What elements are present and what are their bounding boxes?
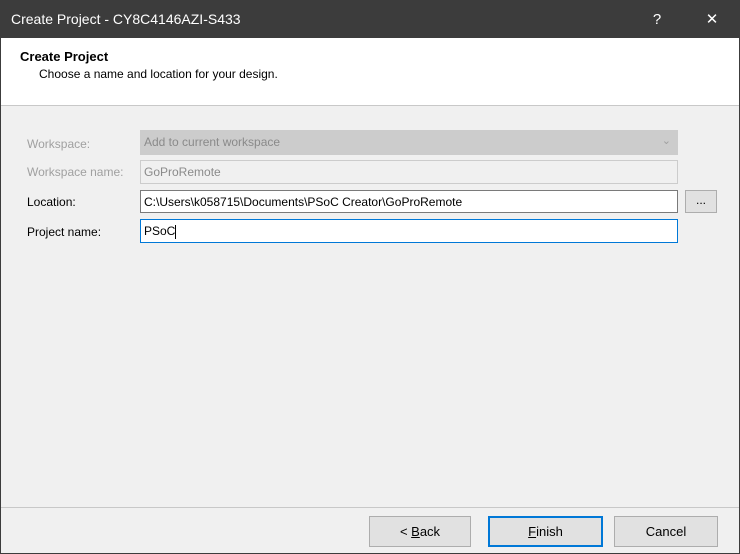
window-title: Create Project - CY8C4146AZI-S433 <box>11 11 241 27</box>
workspace-name-label: Workspace name: <box>27 165 124 179</box>
back-rest: ack <box>419 524 441 539</box>
project-name-label: Project name: <box>27 225 102 239</box>
finish-accel: F <box>528 524 537 539</box>
page-title: Create Project <box>20 49 109 64</box>
page-subtitle: Choose a name and location for your desi… <box>39 67 278 81</box>
location-label: Location: <box>27 195 76 209</box>
browse-button[interactable]: ... <box>685 190 717 213</box>
text-caret <box>175 224 177 239</box>
finish-button[interactable]: Finish <box>488 516 603 547</box>
help-button[interactable]: ? <box>634 1 680 38</box>
back-button[interactable]: < Back <box>369 516 471 547</box>
cancel-button[interactable]: Cancel <box>614 516 718 547</box>
workspace-name-input[interactable]: GoProRemote <box>140 160 678 184</box>
wizard-header: Create Project Choose a name and locatio… <box>1 38 739 106</box>
back-prefix: < <box>399 524 412 539</box>
back-accel: B <box>411 524 420 539</box>
close-icon[interactable]: ✕ <box>689 1 735 38</box>
create-project-dialog: Create Project - CY8C4146AZI-S433 ? ✕ Cr… <box>0 0 740 554</box>
workspace-select[interactable]: Add to current workspace ⌄ <box>140 130 678 155</box>
workspace-select-value: Add to current workspace <box>144 135 281 149</box>
workspace-label: Workspace: <box>27 137 91 151</box>
title-bar: Create Project - CY8C4146AZI-S433 ? ✕ <box>1 1 739 38</box>
project-name-input[interactable]: PSoC <box>140 219 678 243</box>
footer-divider <box>1 507 739 508</box>
finish-rest: inish <box>536 524 563 539</box>
location-input[interactable]: C:\Users\k058715\Documents\PSoC Creator\… <box>140 190 678 213</box>
chevron-down-icon: ⌄ <box>661 135 671 147</box>
project-name-value: PSoC <box>144 224 176 238</box>
